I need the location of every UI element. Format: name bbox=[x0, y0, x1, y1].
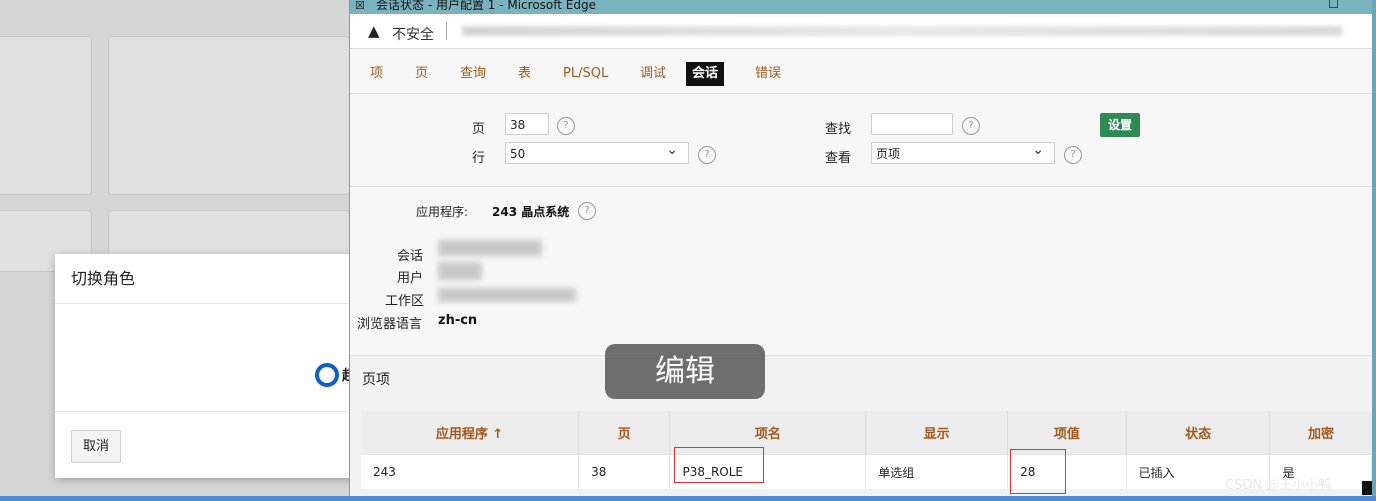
workspace-redacted bbox=[438, 288, 576, 302]
user-label: 用户 bbox=[397, 271, 424, 286]
section-title: 页项 bbox=[362, 372, 390, 388]
tab-table[interactable]: 表 bbox=[512, 62, 537, 86]
bg-card-1 bbox=[0, 36, 92, 195]
workspace-label: 工作区 bbox=[385, 294, 425, 309]
tab-page[interactable]: 页 bbox=[409, 62, 434, 86]
tab-session[interactable]: 会话 bbox=[686, 62, 725, 86]
edit-overlay-label: 编辑 bbox=[605, 344, 765, 399]
col-app[interactable]: 应用程序 ↑ bbox=[361, 411, 580, 455]
col-encrypted[interactable]: 加密 bbox=[1269, 411, 1372, 455]
session-redacted bbox=[438, 240, 542, 256]
view-select[interactable]: 页项 bbox=[871, 139, 1055, 164]
page-input[interactable]: 38 bbox=[505, 113, 549, 135]
session-label: 会话 bbox=[397, 249, 424, 264]
page-label: 页 bbox=[472, 122, 486, 137]
highlight-item-value bbox=[1010, 449, 1066, 494]
security-label[interactable]: 不安全 bbox=[392, 24, 434, 44]
filters-divider bbox=[350, 186, 1373, 187]
role-radio[interactable] bbox=[315, 363, 339, 387]
set-button[interactable]: 设置 bbox=[1100, 113, 1140, 137]
maximize-icon[interactable]: ☐ bbox=[1328, 0, 1339, 10]
find-input[interactable] bbox=[871, 113, 953, 135]
cell-app: 243 bbox=[361, 454, 580, 489]
col-item-value[interactable]: 项值 bbox=[1007, 411, 1127, 455]
bg-card-2 bbox=[108, 36, 350, 195]
warning-icon: ▲ bbox=[368, 22, 380, 40]
cell-page: 38 bbox=[578, 454, 671, 489]
window-title: 会话状态 - 用户配置 1 - Microsoft Edge bbox=[376, 0, 596, 12]
cell-display: 单选组 bbox=[865, 454, 1009, 489]
page-help-icon[interactable]: ? bbox=[557, 117, 575, 135]
cancel-button[interactable]: 取消 bbox=[71, 430, 121, 463]
browser-lang-label: 浏览器语言 bbox=[357, 317, 423, 332]
col-status[interactable]: 状态 bbox=[1126, 411, 1271, 455]
table-row: 243 38 P38_ROLE 单选组 28 已插入 是 bbox=[361, 454, 1372, 489]
tab-bar: 项 页 查询 表 PL/SQL 调试 会话 错误 bbox=[350, 49, 1373, 94]
app-label: 应用程序: bbox=[416, 205, 469, 219]
url-redacted bbox=[462, 26, 1342, 36]
browser-lang-value: zh-cn bbox=[438, 313, 478, 328]
rows-help-icon[interactable]: ? bbox=[698, 146, 716, 164]
address-separator bbox=[446, 22, 447, 40]
tab-error[interactable]: 错误 bbox=[749, 62, 787, 86]
window-right-edge bbox=[1372, 0, 1376, 496]
dialog-title: 切换角色 bbox=[55, 254, 355, 304]
app-help-icon[interactable]: ? bbox=[578, 202, 596, 220]
rows-select[interactable]: 50 bbox=[505, 139, 689, 164]
view-label: 查看 bbox=[825, 151, 852, 166]
find-label: 查找 bbox=[825, 122, 852, 137]
tab-query[interactable]: 查询 bbox=[454, 62, 492, 86]
tab-plsql[interactable]: PL/SQL bbox=[557, 62, 614, 86]
view-help-icon[interactable]: ? bbox=[1064, 146, 1082, 164]
col-display[interactable]: 显示 bbox=[865, 411, 1009, 455]
page-items-table: 应用程序 ↑ 页 项名 显示 项值 状态 加密 243 38 P38_ROLE … bbox=[361, 411, 1372, 489]
tab-debug[interactable]: 调试 bbox=[634, 62, 672, 86]
switch-role-dialog: 切换角色 超 取消 bbox=[55, 254, 356, 478]
app-value: 243 晶点系统 bbox=[492, 205, 570, 219]
highlight-item-name bbox=[674, 447, 764, 483]
user-redacted bbox=[438, 262, 482, 280]
rows-label: 行 bbox=[472, 151, 486, 166]
tab-item[interactable]: 项 bbox=[364, 62, 389, 86]
table-header-row: 应用程序 ↑ 页 项名 显示 项值 状态 加密 bbox=[361, 411, 1372, 455]
address-bar[interactable]: ▲ 不安全 bbox=[350, 14, 1373, 49]
csdn-watermark: CSDN @王小小鸭 bbox=[1225, 478, 1332, 493]
app-icon: ☒ bbox=[355, 0, 365, 12]
taskbar-strip bbox=[0, 496, 1376, 501]
window-titlebar: ☒ 会话状态 - 用户配置 1 - Microsoft Edge ☐ bbox=[350, 0, 1373, 14]
find-help-icon[interactable]: ? bbox=[962, 117, 980, 135]
dialog-divider bbox=[55, 411, 355, 412]
col-page[interactable]: 页 bbox=[578, 411, 671, 455]
